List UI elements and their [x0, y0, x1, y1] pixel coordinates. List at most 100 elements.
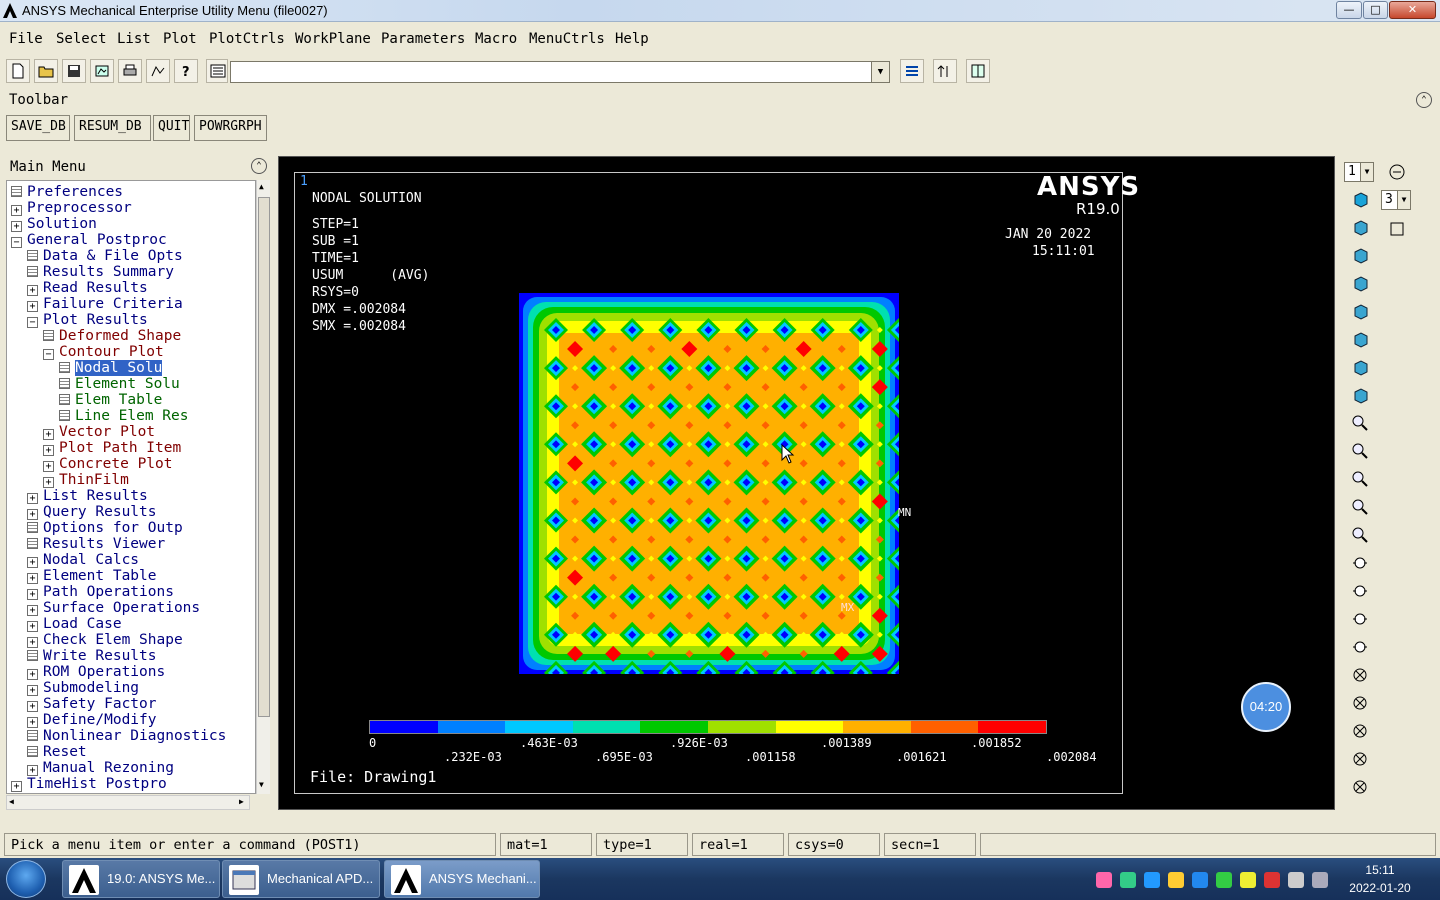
open-folder-icon[interactable]: [34, 59, 58, 83]
command-icon[interactable]: [43, 330, 54, 341]
rotate-x-icon[interactable]: [1346, 662, 1374, 688]
front-view-icon[interactable]: [1346, 242, 1374, 268]
resum-db-button[interactable]: RESUM_DB: [74, 115, 151, 141]
menu-node[interactable]: Results Summary: [27, 264, 174, 280]
menu-node[interactable]: − Plot Results: [27, 312, 148, 328]
expand-icon[interactable]: +: [27, 605, 38, 616]
task-ansys-mechanical-active[interactable]: ANSYS Mechani...: [384, 860, 540, 898]
menu-node[interactable]: + Vector Plot: [43, 424, 155, 440]
menu-node[interactable]: + Failure Criteria: [27, 296, 183, 312]
menu-help[interactable]: Help: [615, 31, 649, 47]
menu-node[interactable]: + Concrete Plot: [43, 456, 173, 472]
expand-icon[interactable]: +: [43, 429, 54, 440]
expand-icon[interactable]: +: [27, 685, 38, 696]
menu-node[interactable]: + Surface Operations: [27, 600, 200, 616]
menu-parameters[interactable]: Parameters: [381, 31, 465, 47]
expand-icon[interactable]: +: [27, 701, 38, 712]
expand-icon[interactable]: +: [27, 509, 38, 520]
command-icon[interactable]: [27, 650, 38, 661]
main-menu-collapse-icon[interactable]: ⌃: [251, 158, 267, 174]
menu-node[interactable]: + ROM Operations: [27, 664, 165, 680]
powrgrph-button[interactable]: POWRGRPH: [194, 115, 267, 141]
command-icon[interactable]: [27, 730, 38, 741]
contour-plot[interactable]: [519, 293, 899, 674]
zoom-out-icon[interactable]: [1346, 522, 1374, 548]
expand-icon[interactable]: +: [43, 445, 54, 456]
raise-hidden-icon[interactable]: [900, 59, 924, 83]
expand-icon[interactable]: +: [27, 589, 38, 600]
menu-macro[interactable]: Macro: [475, 31, 517, 47]
expand-icon[interactable]: +: [11, 221, 22, 232]
command-icon[interactable]: [27, 746, 38, 757]
menu-menuctrls[interactable]: MenuCtrls: [529, 31, 605, 47]
left-view-icon[interactable]: [1346, 354, 1374, 380]
command-input[interactable]: [231, 62, 871, 82]
menu-node[interactable]: Results Viewer: [27, 536, 165, 552]
zoom-back-icon[interactable]: [1346, 466, 1374, 492]
close-button[interactable]: ✕: [1389, 1, 1436, 19]
menu-node[interactable]: Reset: [27, 744, 87, 760]
rotate-z-neg-icon[interactable]: [1346, 746, 1374, 772]
taskbar-clock[interactable]: 15:11 2022-01-20: [1340, 861, 1420, 897]
menu-node[interactable]: + Submodeling: [27, 680, 139, 696]
main-menu-vertical-scrollbar[interactable]: ▲ ▼: [256, 180, 270, 794]
volume-icon[interactable]: [1288, 872, 1304, 888]
menu-node[interactable]: + ThinFilm: [43, 472, 129, 488]
timer-badge[interactable]: 04:20: [1241, 682, 1291, 732]
collapse-icon[interactable]: −: [11, 237, 22, 248]
menu-node[interactable]: + List Results: [27, 488, 148, 504]
command-icon[interactable]: [59, 410, 70, 421]
menu-node[interactable]: + Path Operations: [27, 584, 174, 600]
rotate-z-icon[interactable]: [1346, 718, 1374, 744]
tray-wechat-icon[interactable]: [1216, 872, 1232, 888]
command-icon[interactable]: [59, 362, 70, 373]
save-icon[interactable]: [62, 59, 86, 83]
menu-node[interactable]: + Solution: [11, 216, 97, 232]
maximize-button[interactable]: □: [1363, 1, 1388, 19]
quit-button[interactable]: QUIT: [153, 115, 190, 141]
menu-list[interactable]: List: [117, 31, 151, 47]
menu-node[interactable]: Deformed Shape: [43, 328, 181, 344]
command-icon[interactable]: [11, 186, 22, 197]
contact-manager-icon[interactable]: [966, 59, 990, 83]
command-icon[interactable]: [59, 394, 70, 405]
pan-up-icon[interactable]: [1346, 606, 1374, 632]
tray-app-icon[interactable]: [1120, 872, 1136, 888]
top-view-icon[interactable]: [1346, 298, 1374, 324]
tray-app-icon[interactable]: [1240, 872, 1256, 888]
right-view-icon[interactable]: [1346, 270, 1374, 296]
expand-icon[interactable]: +: [43, 477, 54, 488]
bottom-view-icon[interactable]: [1346, 382, 1374, 408]
expand-icon[interactable]: +: [11, 781, 22, 792]
expand-icon[interactable]: +: [11, 205, 22, 216]
scroll-down-icon[interactable]: ▼: [259, 780, 264, 789]
scroll-left-icon[interactable]: ◀: [9, 797, 14, 806]
dynamic-mode-icon[interactable]: [1383, 159, 1411, 185]
menu-node[interactable]: − General Postproc: [11, 232, 167, 248]
menu-node[interactable]: − Contour Plot: [43, 344, 164, 360]
menu-file[interactable]: File: [9, 31, 43, 47]
save-db-button[interactable]: SAVE_DB: [6, 115, 70, 141]
menu-node[interactable]: + Safety Factor: [27, 696, 157, 712]
command-input-box[interactable]: ▼: [230, 61, 890, 83]
command-window-icon[interactable]: [206, 59, 228, 83]
menu-node[interactable]: + Query Results: [27, 504, 157, 520]
command-icon[interactable]: [27, 266, 38, 277]
main-menu-horizontal-scrollbar[interactable]: ◀ ▶: [6, 795, 250, 810]
window-selector[interactable]: 1 ▼: [1344, 162, 1374, 182]
menu-node[interactable]: + Preprocessor: [11, 200, 132, 216]
task-ansys-launcher[interactable]: 19.0: ANSYS Me...: [62, 860, 220, 898]
menu-node[interactable]: Options for Outp: [27, 520, 183, 536]
command-icon[interactable]: [27, 538, 38, 549]
collapse-icon[interactable]: −: [27, 317, 38, 328]
menu-node[interactable]: + Define/Modify: [27, 712, 157, 728]
menu-node[interactable]: Element Solu: [59, 376, 180, 392]
command-history-dropdown[interactable]: ▼: [871, 62, 889, 82]
start-button[interactable]: [6, 860, 46, 898]
pan-right-icon[interactable]: [1346, 578, 1374, 604]
expand-icon[interactable]: +: [27, 765, 38, 776]
menu-select[interactable]: Select: [56, 31, 107, 47]
scroll-thumb[interactable]: [258, 197, 270, 717]
zoom-box-icon[interactable]: [1346, 438, 1374, 464]
menu-node[interactable]: + TimeHist Postpro: [11, 776, 167, 792]
